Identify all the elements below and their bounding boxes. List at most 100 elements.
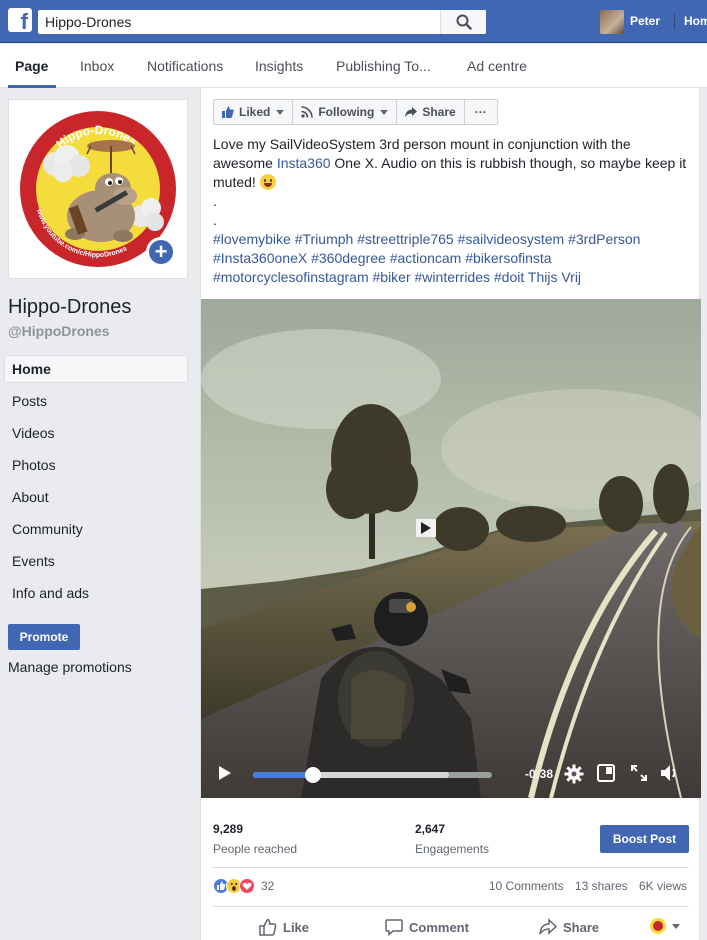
search-input[interactable] xyxy=(38,10,438,34)
video-progress-bar[interactable] xyxy=(253,767,492,783)
grinning-emoji-icon xyxy=(259,174,276,190)
reached-label: People reached xyxy=(213,842,298,856)
video-player[interactable]: -0:38 xyxy=(201,299,701,798)
comment-label: Comment xyxy=(409,919,469,935)
video-progress-fill xyxy=(253,772,313,778)
post-line: . xyxy=(213,212,217,228)
post-line: . xyxy=(213,193,217,209)
search-box xyxy=(38,10,486,34)
tab-publishing-tools[interactable]: Publishing To... xyxy=(336,58,431,74)
tab-insights[interactable]: Insights xyxy=(255,58,303,74)
user-name-link[interactable]: Peter xyxy=(630,14,660,28)
shares-count[interactable]: 13 shares xyxy=(575,879,628,893)
share-page-button[interactable]: Share xyxy=(396,99,465,125)
share-button[interactable]: Share xyxy=(539,918,599,936)
reactions-summary[interactable]: 32 xyxy=(213,876,274,896)
engagements-label: Engagements xyxy=(415,842,490,856)
miniplayer-icon[interactable] xyxy=(597,764,615,782)
add-button[interactable]: + xyxy=(146,237,176,267)
share-arrow-icon xyxy=(405,107,418,117)
tab-page[interactable]: Page xyxy=(15,58,48,74)
video-frame xyxy=(201,299,701,798)
user-avatar[interactable] xyxy=(600,10,624,34)
like-button[interactable]: Like xyxy=(259,918,309,936)
plus-icon: + xyxy=(149,240,173,264)
like-label: Like xyxy=(283,919,310,935)
nav-posts[interactable]: Posts xyxy=(4,387,188,415)
hashtags-line[interactable]: #lovemybike #Triumph #streettriple765 #s… xyxy=(213,230,693,249)
tab-notifications[interactable]: Notifications xyxy=(147,58,223,74)
liked-button[interactable]: Liked xyxy=(213,99,294,125)
page-avatar xyxy=(650,918,666,934)
share-label: Share xyxy=(422,105,456,119)
post-text: Love my SailVideoSystem 3rd person mount… xyxy=(213,135,693,287)
nav-videos[interactable]: Videos xyxy=(4,419,188,447)
insta360-link[interactable]: Insta360 xyxy=(277,155,331,171)
gear-icon[interactable] xyxy=(564,764,584,784)
post-line: muted! xyxy=(213,173,693,192)
volume-icon[interactable] xyxy=(660,764,680,782)
nav-home[interactable]: Home xyxy=(4,355,188,383)
post-as-selector[interactable] xyxy=(650,918,680,934)
share-label: Share xyxy=(563,919,600,935)
page-action-bar: Liked Following Share ··· xyxy=(213,99,498,125)
share-arrow-icon xyxy=(539,918,557,935)
post-line: Love my SailVideoSystem 3rd person mount… xyxy=(213,136,631,152)
divider xyxy=(213,906,689,907)
post-line: awesome Insta360 One X. Audio on this is… xyxy=(213,155,687,171)
liked-label: Liked xyxy=(239,105,271,119)
tagged-person-link[interactable]: Thijs Vrij xyxy=(528,269,581,285)
love-reaction-icon xyxy=(239,878,255,894)
nav-community[interactable]: Community xyxy=(4,515,188,543)
facebook-logo-icon[interactable]: f xyxy=(8,8,32,32)
tab-ad-centre[interactable]: Ad centre xyxy=(467,58,527,74)
post-card: Liked Following Share ··· Love my SailVi… xyxy=(200,88,701,940)
engagements-value: 2,647 xyxy=(415,822,446,836)
nav-about[interactable]: About xyxy=(4,483,188,511)
views-count[interactable]: 6K views xyxy=(639,879,687,893)
fullscreen-icon[interactable] xyxy=(630,764,648,782)
divider xyxy=(213,867,689,868)
page-name[interactable]: Hippo-Drones xyxy=(8,296,131,319)
comment-bubble-icon xyxy=(385,919,403,936)
search-icon xyxy=(456,14,472,30)
chevron-down-icon xyxy=(380,109,389,115)
video-scrubber-handle[interactable] xyxy=(304,767,321,783)
topbar-divider xyxy=(674,14,675,30)
active-tab-indicator xyxy=(8,85,56,88)
manage-promotions-link[interactable]: Manage promotions xyxy=(8,659,132,675)
top-bar: f Peter Home xyxy=(0,0,707,43)
reaction-count: 32 xyxy=(261,879,275,893)
rss-feed-icon xyxy=(301,106,314,118)
thumbs-up-icon xyxy=(259,918,277,936)
comment-button[interactable]: Comment xyxy=(385,918,469,936)
more-options-button[interactable]: ··· xyxy=(463,99,498,125)
chevron-down-icon xyxy=(276,109,285,115)
thumbs-up-icon xyxy=(222,106,234,118)
search-button[interactable] xyxy=(440,10,486,34)
page-tabs: Page Inbox Notifications Insights Publis… xyxy=(0,44,707,88)
hashtags-line[interactable]: #Insta360oneX #360degree #actioncam #bik… xyxy=(213,249,693,268)
page-handle[interactable]: @HippoDrones xyxy=(8,323,110,339)
nav-events[interactable]: Events xyxy=(4,547,188,575)
tab-inbox[interactable]: Inbox xyxy=(80,58,114,74)
reached-stat[interactable]: 9,289 People reached xyxy=(213,822,297,856)
comments-count[interactable]: 10 Comments xyxy=(489,879,564,893)
following-label: Following xyxy=(318,105,375,119)
promote-button[interactable]: Promote xyxy=(8,624,80,650)
reached-value: 9,289 xyxy=(213,822,244,836)
nav-photos[interactable]: Photos xyxy=(4,451,188,479)
following-button[interactable]: Following xyxy=(292,99,398,125)
play-icon[interactable] xyxy=(218,765,232,781)
more-icon: ··· xyxy=(474,105,487,119)
home-link[interactable]: Home xyxy=(684,14,707,28)
engagements-stat[interactable]: 2,647 Engagements xyxy=(415,822,489,856)
nav-info-and-ads[interactable]: Info and ads xyxy=(4,579,188,607)
time-remaining: -0:38 xyxy=(525,767,554,781)
video-controls: -0:38 xyxy=(201,749,701,798)
post-actions: Like Comment Share xyxy=(213,914,689,940)
hashtags-line[interactable]: #motorcyclesofinstagram #biker #winterri… xyxy=(213,268,693,287)
chevron-down-icon xyxy=(672,923,680,929)
boost-post-button[interactable]: Boost Post xyxy=(600,825,689,853)
post-meta: 10 Comments 13 shares 6K views xyxy=(481,879,687,893)
